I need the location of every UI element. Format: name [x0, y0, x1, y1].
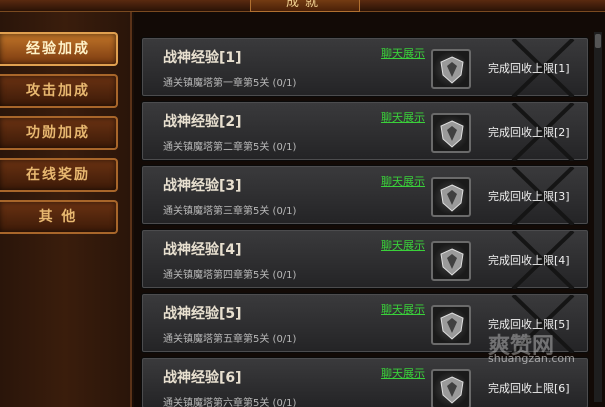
achievement-name: 战神经验[2]	[163, 114, 242, 130]
achievement-desc: 通关镇魔塔第三章第5关 (0/1)	[163, 206, 297, 217]
shield-emblem-icon	[431, 113, 471, 153]
achievement-row: 战神经验[4] 通关镇魔塔第四章第5关 (0/1) 聊天展示 完成回收上限[4]	[142, 230, 588, 289]
tab-online-reward[interactable]: 在线奖励	[0, 158, 118, 192]
tab-other[interactable]: 其 他	[0, 200, 118, 234]
shield-emblem-icon	[431, 49, 471, 89]
chat-show-link[interactable]: 聊天展示	[381, 173, 425, 189]
achievement-desc: 通关镇魔塔第四章第5关 (0/1)	[163, 270, 297, 281]
reward-label: 完成回收上限[3]	[488, 190, 570, 203]
chat-show-link[interactable]: 聊天展示	[381, 301, 425, 317]
chat-show-link[interactable]: 聊天展示	[381, 237, 425, 253]
shield-emblem-icon	[431, 369, 471, 407]
achievement-row: 战神经验[1] 通关镇魔塔第一章第5关 (0/1) 聊天展示 完成回收上限[1]	[142, 38, 588, 97]
list-scrollbar[interactable]	[594, 32, 602, 402]
chat-show-link[interactable]: 聊天展示	[381, 109, 425, 125]
reward-label: 完成回收上限[1]	[488, 62, 570, 75]
site-watermark: 爽赞网 shuangzan.com	[488, 333, 575, 365]
achievement-name: 战神经验[3]	[163, 178, 242, 194]
shield-emblem-icon	[431, 177, 471, 217]
achievement-name: 战神经验[6]	[163, 370, 242, 386]
achievement-desc: 通关镇魔塔第五章第5关 (0/1)	[163, 334, 297, 345]
window-title: 成就	[250, 0, 360, 12]
achievement-row: 战神经验[6] 通关镇魔塔第六章第5关 (0/1) 聊天展示 完成回收上限[6]	[142, 358, 588, 407]
reward-label: 完成回收上限[4]	[488, 254, 570, 267]
achievement-name: 战神经验[4]	[163, 242, 242, 258]
shield-emblem-icon	[431, 305, 471, 345]
reward-label: 完成回收上限[6]	[488, 382, 570, 395]
title-bar: 成就	[0, 0, 605, 12]
achievement-name: 战神经验[1]	[163, 50, 242, 66]
achievement-row: 战神经验[2] 通关镇魔塔第二章第5关 (0/1) 聊天展示 完成回收上限[2]	[142, 102, 588, 161]
watermark-logo: 爽赞网	[488, 333, 555, 359]
chat-show-link[interactable]: 聊天展示	[381, 45, 425, 61]
tab-exp-bonus[interactable]: 经验加成	[0, 32, 118, 66]
achievement-desc: 通关镇魔塔第六章第5关 (0/1)	[163, 398, 297, 407]
category-sidebar: 经验加成 攻击加成 功勋加成 在线奖励 其 他	[0, 12, 132, 407]
chat-show-link[interactable]: 聊天展示	[381, 365, 425, 381]
achievement-desc: 通关镇魔塔第一章第5关 (0/1)	[163, 78, 297, 89]
reward-label: 完成回收上限[2]	[488, 126, 570, 139]
achievement-name: 战神经验[5]	[163, 306, 242, 322]
tab-attack-bonus[interactable]: 攻击加成	[0, 74, 118, 108]
scrollbar-thumb[interactable]	[595, 34, 601, 48]
shield-emblem-icon	[431, 241, 471, 281]
achievement-row: 战神经验[3] 通关镇魔塔第三章第5关 (0/1) 聊天展示 完成回收上限[3]	[142, 166, 588, 225]
tab-merit-bonus[interactable]: 功勋加成	[0, 116, 118, 150]
achievement-desc: 通关镇魔塔第二章第5关 (0/1)	[163, 142, 297, 153]
